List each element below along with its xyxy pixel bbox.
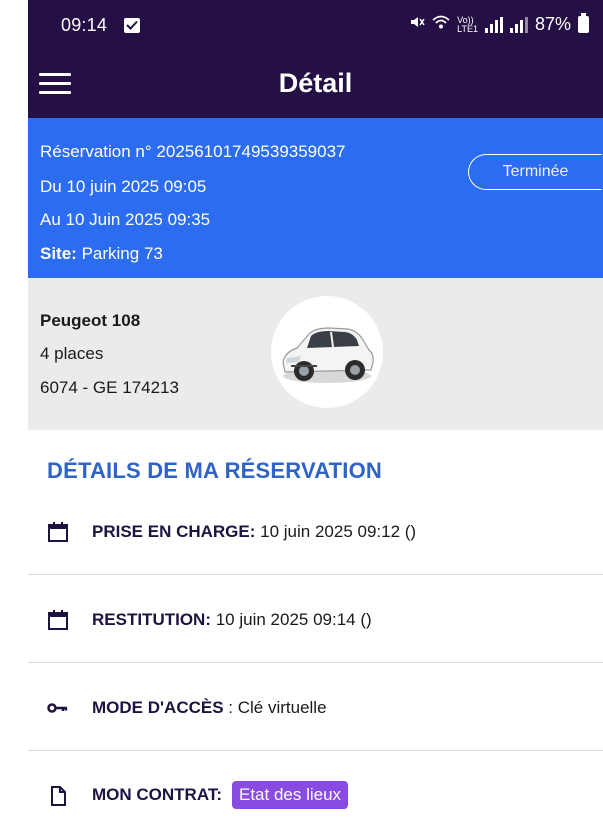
volte-indicator: Vo)) LTE1: [457, 15, 478, 34]
battery-icon: [578, 13, 589, 33]
vehicle-model: Peugeot 108: [40, 311, 141, 330]
contract-row: MON CONTRAT: Etat des lieux: [28, 770, 603, 830]
reservation-start: Du 10 juin 2025 09:05: [40, 177, 207, 196]
phone-screen: 09:14 Vo)) LTE1 87% Détail Réservation n…: [28, 0, 603, 835]
status-indicators: Vo)) LTE1 87%: [409, 13, 589, 35]
access-text: MODE D'ACCÈS : Clé virtuelle: [92, 698, 327, 718]
reservation-banner: Réservation n° 20256101749539359037 Du 1…: [28, 118, 603, 278]
status-badge: Terminée: [468, 154, 602, 190]
contract-text: MON CONTRAT: Etat des lieux: [92, 781, 349, 809]
return-row: RESTITUTION: 10 juin 2025 09:14 (): [28, 594, 603, 654]
return-label: RESTITUTION:: [92, 610, 211, 629]
pickup-text: PRISE EN CHARGE: 10 juin 2025 09:12 (): [92, 522, 416, 542]
battery-percent: 87%: [534, 14, 571, 34]
app-bar: Détail: [28, 50, 603, 118]
signal-strength-2-icon: [509, 16, 528, 33]
pickup-value: 10 juin 2025 09:12 (): [255, 522, 417, 541]
contract-label: MON CONTRAT:: [92, 785, 222, 804]
divider: [28, 574, 603, 575]
access-label: MODE D'ACCÈS: [92, 698, 224, 717]
calendar-icon: [46, 608, 70, 632]
site-value: Parking 73: [81, 244, 163, 263]
top-bar: 09:14 Vo)) LTE1 87% Détail: [28, 0, 603, 118]
wifi-icon: [432, 14, 450, 35]
key-icon: [46, 696, 70, 720]
status-bar: 09:14 Vo)) LTE1 87%: [28, 0, 603, 50]
return-text: RESTITUTION: 10 juin 2025 09:14 (): [92, 610, 372, 630]
divider: [28, 750, 603, 751]
car-image: [271, 296, 383, 408]
site-label: Site:: [40, 244, 77, 263]
signal-strength-icon: [484, 16, 503, 33]
mute-icon: [409, 14, 425, 35]
document-icon: [46, 784, 70, 808]
return-value: 10 juin 2025 09:14 (): [211, 610, 372, 629]
vehicle-card: Peugeot 108 4 places 6074 - GE 174213: [28, 278, 603, 430]
vehicle-plate: 6074 - GE 174213: [40, 378, 179, 397]
reservation-site: Site: Parking 73: [40, 244, 163, 264]
status-time: 09:14: [61, 15, 108, 35]
pickup-label: PRISE EN CHARGE:: [92, 522, 256, 541]
access-value: : Clé virtuelle: [223, 698, 327, 717]
vehicle-seats: 4 places: [40, 344, 104, 363]
details-heading: DÉTAILS DE MA RÉSERVATION: [47, 458, 383, 483]
lte-label: LTE1: [457, 23, 478, 34]
reservation-end: Au 10 Juin 2025 09:35: [40, 210, 211, 229]
calendar-icon: [46, 520, 70, 544]
reservation-number: Réservation n° 20256101749539359037: [40, 142, 346, 161]
access-row: MODE D'ACCÈS : Clé virtuelle: [28, 682, 603, 742]
inventory-button[interactable]: Etat des lieux: [232, 781, 349, 809]
message-notification-icon: [124, 18, 140, 33]
page-title: Détail: [278, 68, 353, 98]
pickup-row: PRISE EN CHARGE: 10 juin 2025 09:12 (): [28, 506, 603, 566]
divider: [28, 662, 603, 663]
